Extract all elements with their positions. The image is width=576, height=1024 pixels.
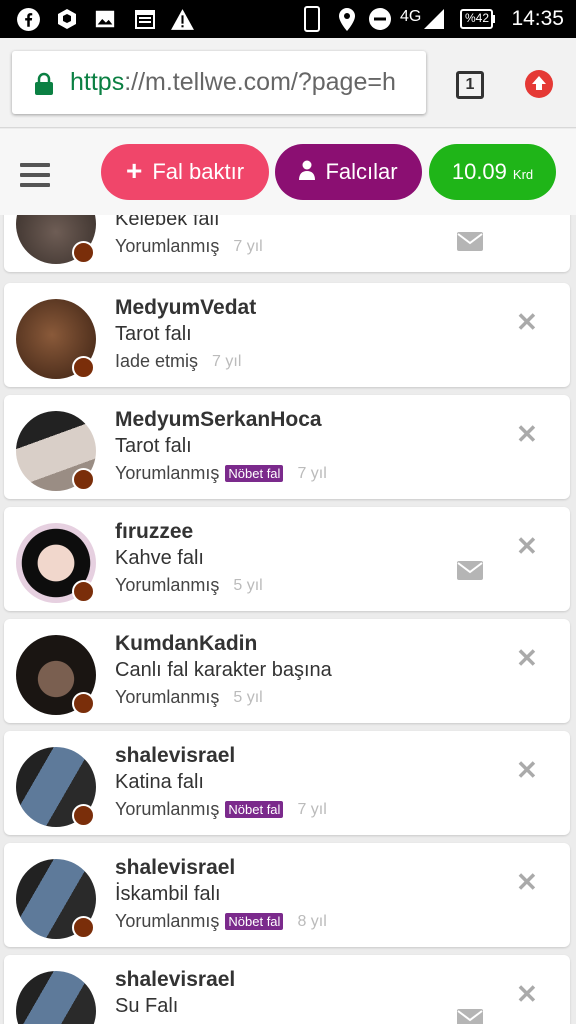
- list-item[interactable]: shalevisrael Su Falı ✕: [4, 955, 570, 1024]
- avatar[interactable]: [16, 971, 96, 1024]
- url-text: https://m.tellwe.com/?page=h: [70, 68, 396, 97]
- tab-switcher-button[interactable]: 1: [456, 71, 484, 99]
- username[interactable]: MedyumSerkanHoca: [115, 408, 322, 432]
- plus-icon: +: [125, 154, 143, 186]
- username[interactable]: KumdanKadin: [115, 632, 257, 656]
- fal-baktir-label: Fal baktır: [152, 159, 245, 184]
- site-header: + Fal baktır Falcılar 10.09 Krd: [0, 129, 576, 215]
- list-item[interactable]: KumdanKadin Canlı fal karakter başına Yoru…: [4, 619, 570, 723]
- online-status-dot: [72, 916, 95, 939]
- fal-baktir-button[interactable]: + Fal baktır: [101, 144, 269, 200]
- credit-button[interactable]: 10.09 Krd: [429, 144, 556, 200]
- falcilar-label: Falcılar: [325, 159, 398, 184]
- nobet-badge: Nöbet fal: [225, 465, 284, 482]
- status-text: Yorumlanmış: [115, 575, 220, 595]
- status-text: Yorumlanmış: [115, 911, 220, 931]
- warning-icon: [170, 6, 195, 32]
- mail-icon[interactable]: [457, 1009, 483, 1024]
- age-text: 7 yıl: [297, 800, 327, 818]
- close-icon[interactable]: ✕: [516, 867, 538, 898]
- calendar-icon: [133, 6, 157, 32]
- mail-icon[interactable]: [457, 232, 483, 251]
- status-line: Yorumlanmış 7 yıl: [115, 236, 263, 257]
- fal-type: Su Falı: [115, 995, 179, 1017]
- close-icon[interactable]: ✕: [516, 531, 538, 562]
- dnd-icon: [368, 6, 392, 32]
- location-icon: [338, 6, 356, 32]
- close-icon[interactable]: ✕: [516, 979, 538, 1010]
- falcilar-button[interactable]: Falcılar: [275, 144, 422, 200]
- network-type: 4G: [400, 8, 422, 25]
- list-item[interactable]: Kelebek falı Yorumlanmış 7 yıl: [4, 215, 570, 272]
- status-line: Yorumlanmış Nöbet fal 7 yıl: [115, 463, 327, 484]
- close-icon[interactable]: ✕: [516, 307, 538, 338]
- username[interactable]: shalevisrael: [115, 856, 235, 880]
- url-field[interactable]: https://m.tellwe.com/?page=h: [12, 51, 426, 114]
- online-status-dot: [72, 804, 95, 827]
- nobet-badge: Nöbet fal: [225, 913, 284, 930]
- fal-type: Kahve falı: [115, 547, 204, 569]
- status-text: Yorumlanmış: [115, 236, 220, 256]
- age-text: 7 yıl: [233, 237, 263, 255]
- list-item[interactable]: MedyumSerkanHoca Tarot falı Yorumlanmış Nöb…: [4, 395, 570, 499]
- list-item[interactable]: fıruzzee Kahve falı Yorumlanmış 5 yıl ✕: [4, 507, 570, 611]
- fal-list: Kelebek falı Yorumlanmış 7 yıl MedyumVedat T…: [0, 215, 576, 1024]
- close-icon[interactable]: ✕: [516, 643, 538, 674]
- status-text: Iade etmiş: [115, 351, 199, 371]
- online-status-dot: [72, 468, 95, 491]
- credit-unit: Krd: [512, 166, 534, 182]
- online-status-dot: [72, 692, 95, 715]
- fal-type: Canlı fal karakter başına: [115, 659, 332, 681]
- status-line: Iade etmiş 7 yıl: [115, 351, 241, 372]
- close-icon[interactable]: ✕: [516, 755, 538, 786]
- list-item[interactable]: MedyumVedat Tarot falı Iade etmiş 7 yıl ✕: [4, 283, 570, 387]
- fal-type: Katina falı: [115, 771, 204, 793]
- online-status-dot: [72, 356, 95, 379]
- bag-icon: [55, 6, 79, 32]
- age-text: 7 yıl: [297, 464, 327, 482]
- user-icon: [299, 160, 316, 186]
- age-text: 5 yıl: [233, 688, 263, 706]
- url-path: ://m.tellwe.com/?page=h: [124, 68, 396, 96]
- credit-value: 10.09: [451, 159, 507, 184]
- status-bar: 4G %42 14:35: [0, 0, 576, 38]
- lock-icon: [34, 72, 54, 101]
- close-icon[interactable]: ✕: [516, 419, 538, 450]
- fal-type: Kelebek falı: [115, 215, 220, 230]
- browser-toolbar: https://m.tellwe.com/?page=h 1: [0, 38, 576, 128]
- fal-type: Tarot falı: [115, 435, 192, 457]
- age-text: 7 yıl: [212, 352, 242, 370]
- status-text: Yorumlanmış: [115, 799, 220, 819]
- online-status-dot: [72, 580, 95, 603]
- clock: 14:35: [511, 7, 564, 30]
- status-text: Yorumlanmış: [115, 463, 220, 483]
- username[interactable]: MedyumVedat: [115, 296, 256, 320]
- mail-icon[interactable]: [457, 561, 483, 580]
- username[interactable]: fıruzzee: [115, 520, 193, 544]
- image-icon: [94, 6, 116, 32]
- nobet-badge: Nöbet fal: [225, 801, 284, 818]
- list-item[interactable]: shalevisrael İskambil falı Yorumlanmış Nöbe…: [4, 843, 570, 947]
- hamburger-menu-icon[interactable]: [20, 163, 50, 187]
- fal-type: İskambil falı: [115, 883, 221, 905]
- age-text: 8 yıl: [297, 912, 327, 930]
- status-line: Yorumlanmış Nöbet fal 8 yıl: [115, 911, 327, 932]
- username[interactable]: shalevisrael: [115, 968, 235, 992]
- facebook-icon: [16, 6, 41, 32]
- signal-icon: [422, 6, 446, 32]
- list-item[interactable]: shalevisrael Katina falı Yorumlanmış Nöbet …: [4, 731, 570, 835]
- online-status-dot: [72, 241, 95, 264]
- battery-level: %42: [465, 11, 490, 25]
- status-line: Yorumlanmış 5 yıl: [115, 687, 263, 708]
- phone-icon: [304, 6, 320, 32]
- age-text: 5 yıl: [233, 576, 263, 594]
- url-scheme: https: [70, 68, 125, 96]
- username[interactable]: shalevisrael: [115, 744, 235, 768]
- status-line: Yorumlanmış Nöbet fal 7 yıl: [115, 799, 327, 820]
- status-text: Yorumlanmış: [115, 687, 220, 707]
- fal-type: Tarot falı: [115, 323, 192, 345]
- status-line: Yorumlanmış 5 yıl: [115, 575, 263, 596]
- update-icon[interactable]: [525, 70, 553, 98]
